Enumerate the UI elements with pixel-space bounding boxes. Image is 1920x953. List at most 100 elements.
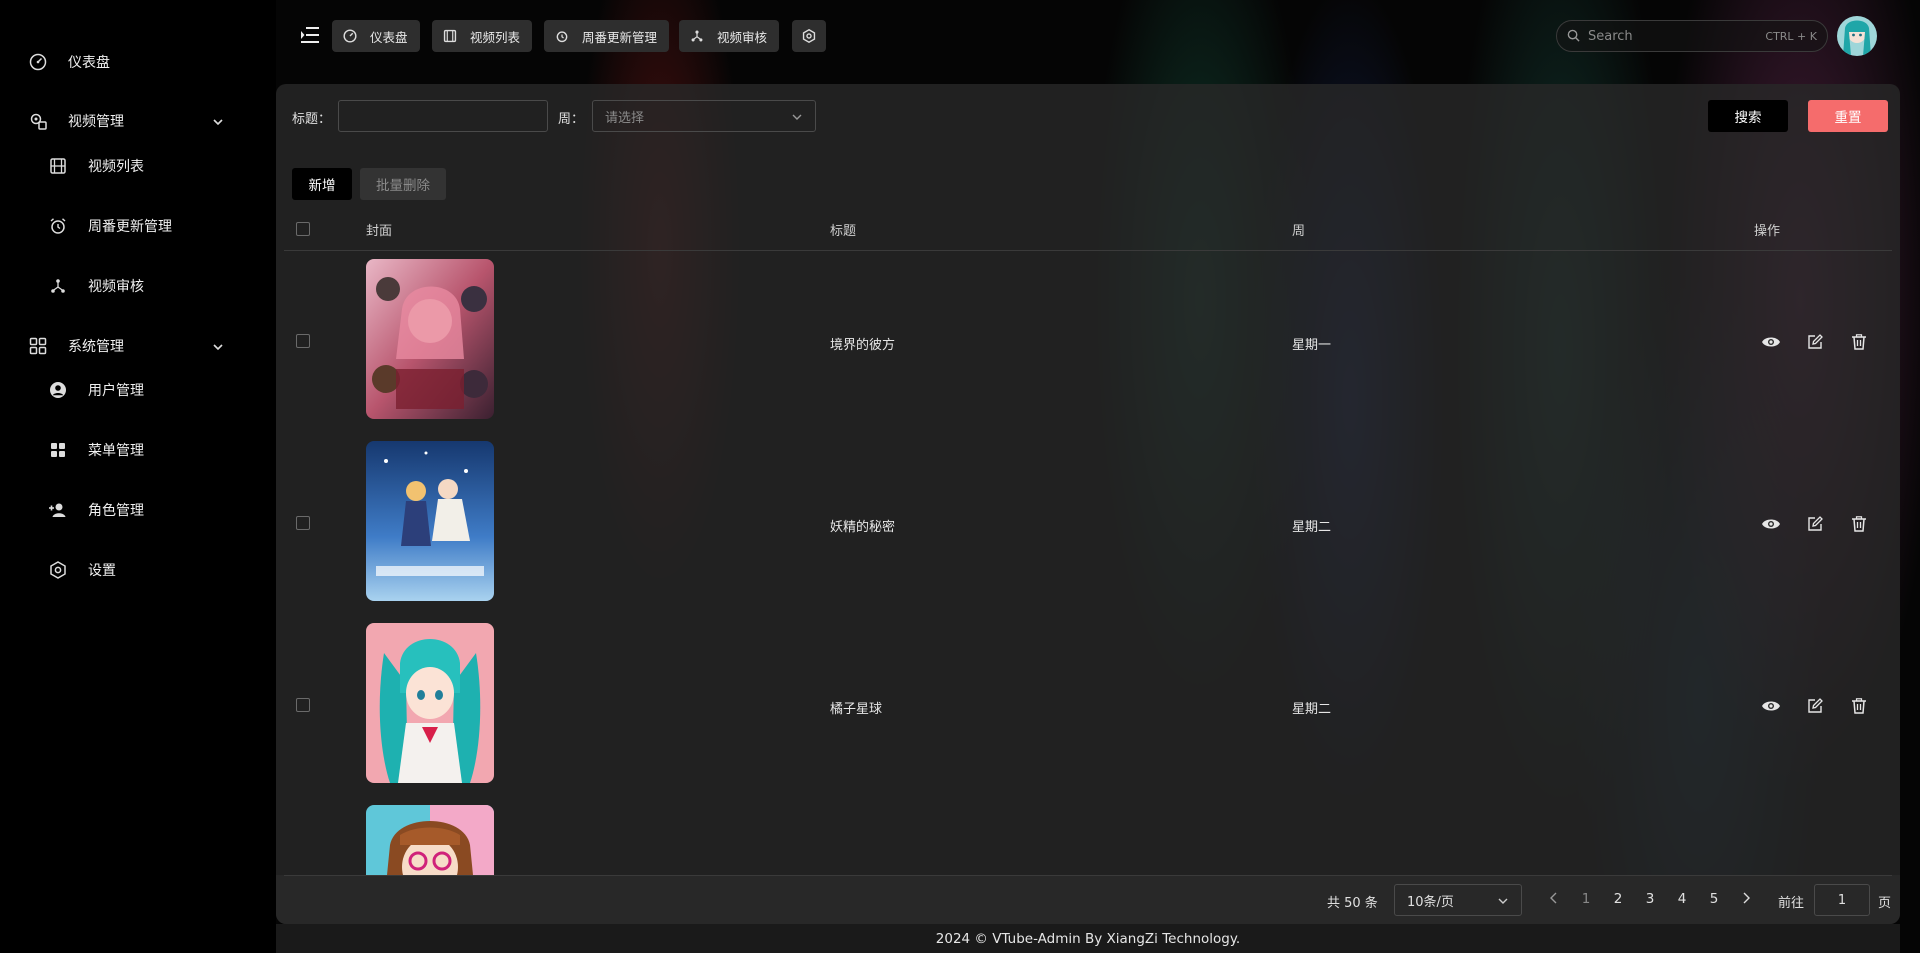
sidebar-item-label: 设置 <box>88 563 116 579</box>
tab-video-review[interactable]: 视频审核 <box>679 20 780 52</box>
row-title: 妖精的秘密 <box>830 520 896 535</box>
sidebar-group-video[interactable]: 视频管理 <box>0 101 276 141</box>
avatar[interactable] <box>1837 16 1877 56</box>
tab-dashboard[interactable]: 仪表盘 <box>332 20 420 52</box>
view-icon[interactable] <box>1761 514 1781 534</box>
title-filter-label: 标题： <box>292 112 332 127</box>
reset-button[interactable]: 重置 <box>1808 100 1888 132</box>
next-page-icon[interactable] <box>1738 892 1754 908</box>
search-shortcut: CTRL + K <box>1765 29 1817 43</box>
sidebar-item-video-review[interactable]: 视频审核 <box>0 266 276 306</box>
tab-label: 周番更新管理 <box>582 29 658 45</box>
sidebar-item-label: 仪表盘 <box>68 55 110 71</box>
sidebar-item-label: 菜单管理 <box>88 443 144 459</box>
view-icon[interactable] <box>1761 332 1781 352</box>
network-icon <box>689 28 705 44</box>
page-number[interactable]: 4 <box>1674 891 1690 907</box>
cover-image <box>366 623 494 783</box>
edit-icon[interactable] <box>1805 514 1825 534</box>
search-placeholder: Search <box>1588 28 1633 44</box>
film-icon <box>442 28 458 44</box>
cover-image <box>366 259 494 419</box>
user-circle-icon <box>48 380 68 400</box>
page-number[interactable]: 3 <box>1642 891 1658 907</box>
table-header-divider <box>284 250 1892 251</box>
sidebar-item-settings[interactable]: 设置 <box>0 550 276 590</box>
delete-icon[interactable] <box>1849 332 1869 352</box>
top-bar: 仪表盘 视频列表 周番更新管理 视频审核 Search CTRL + K <box>276 0 1920 72</box>
row-checkbox[interactable] <box>296 334 310 348</box>
chevron-down-icon <box>212 113 224 132</box>
chevron-down-icon <box>791 111 803 127</box>
column-header-actions: 操作 <box>1754 224 1781 239</box>
cover-image <box>366 441 494 601</box>
column-header-cover: 封面 <box>366 224 393 239</box>
film-icon <box>48 156 68 176</box>
tab-label: 视频审核 <box>717 29 768 45</box>
search-button[interactable]: 搜索 <box>1708 100 1788 132</box>
total-count: 共 50 条 <box>1327 896 1378 911</box>
edit-icon[interactable] <box>1805 332 1825 352</box>
row-checkbox[interactable] <box>296 516 310 530</box>
tab-label: 仪表盘 <box>370 29 408 45</box>
row-week: 星期二 <box>1292 520 1332 535</box>
tab-video-list[interactable]: 视频列表 <box>432 20 533 52</box>
gear-icon <box>801 28 817 44</box>
batch-delete-button[interactable]: 批量删除 <box>360 168 446 200</box>
sidebar-item-label: 视频审核 <box>88 279 144 295</box>
sidebar-item-roles[interactable]: 角色管理 <box>0 490 276 530</box>
edit-icon[interactable] <box>1805 696 1825 716</box>
page-number-current[interactable]: 1 <box>1578 891 1594 907</box>
network-icon <box>48 276 68 296</box>
chevron-down-icon <box>1497 895 1509 911</box>
add-button[interactable]: 新增 <box>292 168 352 200</box>
dashboard-icon <box>28 52 48 72</box>
sidebar-item-menus[interactable]: 菜单管理 <box>0 430 276 470</box>
chevron-down-icon <box>212 338 224 357</box>
dashboard-icon <box>342 28 358 44</box>
select-all-checkbox[interactable] <box>296 222 310 236</box>
delete-icon[interactable] <box>1849 514 1869 534</box>
week-select[interactable]: 请选择 <box>592 100 816 132</box>
sidebar-item-label: 角色管理 <box>88 503 144 519</box>
tab-weekly-update[interactable]: 周番更新管理 <box>544 20 670 52</box>
row-week: 星期一 <box>1292 338 1332 353</box>
goto-label: 前往 <box>1778 896 1805 911</box>
row-week: 星期二 <box>1292 702 1332 717</box>
view-icon[interactable] <box>1761 696 1781 716</box>
week-select-placeholder: 请选择 <box>605 110 645 126</box>
table-footer-divider <box>284 875 1892 876</box>
page-number[interactable]: 5 <box>1706 891 1722 907</box>
search-icon <box>1567 27 1580 46</box>
sidebar-item-weekly-update[interactable]: 周番更新管理 <box>0 206 276 246</box>
column-header-title: 标题 <box>830 224 857 239</box>
page-suffix: 页 <box>1878 896 1892 911</box>
prev-page-icon[interactable] <box>1546 892 1562 908</box>
sidebar-group-system[interactable]: 系统管理 <box>0 326 276 366</box>
add-user-icon <box>48 500 68 520</box>
column-header-week: 周 <box>1292 224 1306 239</box>
title-input[interactable] <box>338 100 548 132</box>
apps-icon <box>48 440 68 460</box>
sidebar-group-label: 视频管理 <box>68 114 124 130</box>
main-panel: 标题： 周： 请选择 搜索 重置 新增 批量删除 封面 标题 周 操作 境界的彼… <box>276 84 1900 924</box>
week-filter-label: 周： <box>558 112 585 127</box>
row-checkbox[interactable] <box>296 698 310 712</box>
tab-settings[interactable] <box>792 20 826 52</box>
sidebar-item-video-list[interactable]: 视频列表 <box>0 146 276 186</box>
menu-toggle-icon[interactable] <box>300 26 320 44</box>
sidebar-item-label: 用户管理 <box>88 383 144 399</box>
row-title: 境界的彼方 <box>830 338 896 353</box>
sidebar-item-label: 视频列表 <box>88 159 144 175</box>
delete-icon[interactable] <box>1849 696 1869 716</box>
gear-icon <box>48 560 68 580</box>
page-size-select[interactable]: 10条/页 <box>1394 884 1522 916</box>
alarm-clock-icon <box>48 216 68 236</box>
sidebar-item-users[interactable]: 用户管理 <box>0 370 276 410</box>
page-size-value: 10条/页 <box>1407 894 1454 910</box>
search-input[interactable]: Search CTRL + K <box>1556 20 1828 52</box>
sidebar-item-dashboard[interactable]: 仪表盘 <box>0 42 276 82</box>
sidebar-item-label: 周番更新管理 <box>88 219 172 235</box>
page-number[interactable]: 2 <box>1610 891 1626 907</box>
goto-page-input[interactable]: 1 <box>1814 884 1870 916</box>
